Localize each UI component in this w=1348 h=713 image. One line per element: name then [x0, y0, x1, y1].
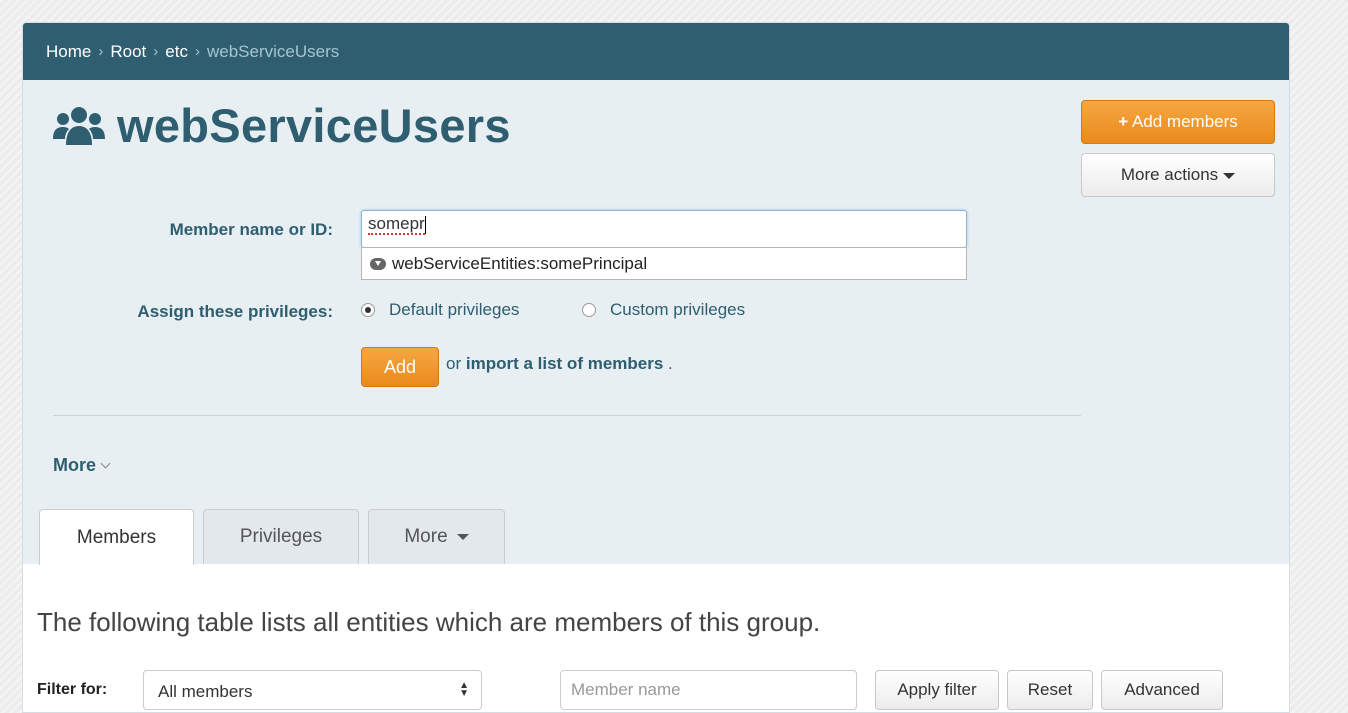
- page-title-row: webServiceUsers: [53, 98, 511, 153]
- more-toggle[interactable]: More: [53, 455, 111, 476]
- plus-icon: +: [1118, 112, 1129, 131]
- page-title: webServiceUsers: [117, 99, 511, 152]
- member-name-input[interactable]: somepr: [361, 210, 967, 248]
- cloud-download-icon: [370, 257, 386, 270]
- member-name-label: Member name or ID:: [169, 220, 333, 239]
- add-button[interactable]: Add: [361, 347, 439, 387]
- add-members-button[interactable]: + Add members: [1081, 100, 1275, 144]
- suggestion-text: webServiceEntities:somePrincipal: [392, 253, 648, 273]
- more-toggle-label: More: [53, 455, 97, 475]
- member-name-value: somepr: [368, 214, 425, 235]
- tab-more[interactable]: More: [368, 509, 505, 564]
- radio-default-icon[interactable]: [361, 303, 375, 317]
- filter-select-value: All members: [158, 682, 253, 701]
- users-group-icon: [53, 106, 105, 145]
- tab-more-label: More: [404, 526, 448, 547]
- text-cursor: [424, 215, 426, 234]
- breadcrumb-separator-icon: ›: [194, 43, 200, 60]
- import-line: or import a list of members .: [446, 354, 673, 374]
- radio-default-privileges[interactable]: Default privileges: [361, 300, 519, 320]
- filter-select[interactable]: All members ▲ ▼: [143, 670, 482, 710]
- breadcrumb-root[interactable]: Root: [110, 42, 146, 62]
- select-arrows-icon: ▲ ▼: [459, 680, 469, 699]
- group-panel: Home › Root › etc › webServiceUsers webS…: [22, 22, 1290, 713]
- tab-members[interactable]: Members: [39, 509, 194, 565]
- period-text: .: [668, 354, 673, 373]
- breadcrumb: Home › Root › etc › webServiceUsers: [23, 23, 1289, 80]
- filter-label: Filter for:: [37, 681, 108, 698]
- import-members-link[interactable]: import a list of members: [466, 354, 663, 373]
- breadcrumb-home[interactable]: Home: [46, 42, 91, 62]
- autocomplete-suggestion[interactable]: webServiceEntities:somePrincipal: [361, 247, 967, 280]
- group-header: webServiceUsers + Add members More actio…: [23, 80, 1289, 565]
- add-members-label: Add members: [1131, 112, 1238, 131]
- radio-custom-privileges[interactable]: Custom privileges: [582, 300, 745, 320]
- chevron-down-icon: [100, 458, 111, 469]
- caret-down-icon: [1223, 172, 1236, 179]
- breadcrumb-separator-icon: ›: [98, 43, 104, 60]
- radio-custom-icon[interactable]: [582, 303, 596, 317]
- tab-privileges[interactable]: Privileges: [203, 509, 359, 564]
- divider: [53, 415, 1081, 416]
- member-name-filter-input[interactable]: [560, 670, 857, 710]
- breadcrumb-separator-icon: ›: [153, 43, 159, 60]
- privileges-label: Assign these privileges:: [137, 302, 333, 321]
- more-actions-label: More actions: [1120, 165, 1219, 184]
- more-actions-button[interactable]: More actions: [1081, 153, 1275, 197]
- caret-down-icon: [456, 534, 469, 540]
- members-intro-text: The following table lists all entities w…: [37, 607, 821, 637]
- breadcrumb-current: webServiceUsers: [206, 41, 340, 61]
- breadcrumb-etc[interactable]: etc: [165, 42, 188, 62]
- reset-button[interactable]: Reset: [1007, 670, 1093, 710]
- apply-filter-button[interactable]: Apply filter: [875, 670, 999, 710]
- radio-custom-label: Custom privileges: [610, 300, 746, 319]
- radio-default-label: Default privileges: [389, 300, 520, 319]
- advanced-button[interactable]: Advanced: [1101, 670, 1223, 710]
- or-text: or: [446, 354, 462, 373]
